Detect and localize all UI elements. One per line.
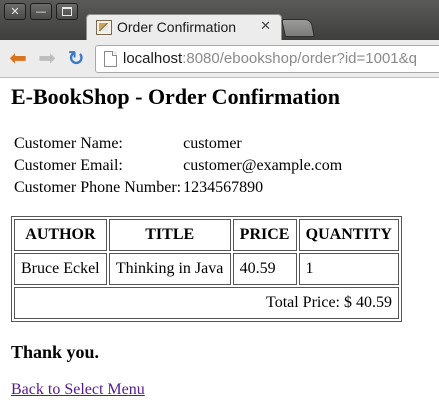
customer-name-label: Customer Name: xyxy=(14,135,123,152)
url-text[interactable]: localhost:8080/ebookshop/order?id=1001&q xyxy=(123,50,417,67)
page-title: E-BookShop - Order Confirmation xyxy=(11,84,341,109)
order-table: AUTHOR TITLE PRICE QUANTITY Bruce Eckel … xyxy=(11,216,402,322)
reload-icon[interactable]: ↻ xyxy=(64,46,88,70)
tab-close-icon[interactable]: ✕ xyxy=(260,19,271,34)
back-arrow-icon[interactable]: ⬅ xyxy=(6,46,30,70)
window-close-icon[interactable]: ✕ xyxy=(4,3,26,20)
cell-author: Bruce Eckel xyxy=(14,253,107,285)
new-tab-button[interactable] xyxy=(281,19,315,37)
total-row: Total Price: $ 40.59 xyxy=(14,287,399,319)
order-header-row: AUTHOR TITLE PRICE QUANTITY xyxy=(14,219,399,251)
window-maximize-icon[interactable] xyxy=(56,3,78,20)
browser-tab[interactable]: Order Confirmation ✕ xyxy=(86,14,282,41)
total-price: Total Price: $ 40.59 xyxy=(14,287,399,319)
col-title-header: TITLE xyxy=(108,219,231,251)
page-icon xyxy=(104,51,117,67)
customer-name-value: customer xyxy=(183,135,242,152)
cell-title: Thinking in Java xyxy=(108,253,231,285)
favicon-icon xyxy=(96,20,112,35)
thank-you-text: Thank you. xyxy=(11,342,100,362)
customer-phone-value: 1234567890 xyxy=(183,179,264,196)
customer-email-label: Customer Email: xyxy=(14,157,123,174)
browser-toolbar: ⬅ ➡ ↻ localhost:8080/ebookshop/order?id=… xyxy=(0,40,439,78)
cell-price: 40.59 xyxy=(232,253,297,285)
table-row: Bruce Eckel Thinking in Java 40.59 1 xyxy=(14,253,399,285)
cell-quantity: 1 xyxy=(298,253,399,285)
customer-phone-label: Customer Phone Number: xyxy=(14,179,182,196)
tab-title: Order Confirmation xyxy=(117,19,237,35)
page-content: E-BookShop - Order Confirmation Customer… xyxy=(0,78,439,402)
window-titlebar: ✕ — Order Confirmation ✕ xyxy=(0,0,439,41)
address-bar[interactable]: localhost:8080/ebookshop/order?id=1001&q xyxy=(95,45,439,73)
customer-name-row: Customer Name: customer xyxy=(14,133,344,155)
col-price-header: PRICE xyxy=(232,219,297,251)
window-minimize-icon[interactable]: — xyxy=(30,3,52,20)
customer-info: Customer Name: customer Customer Email: … xyxy=(14,133,344,199)
url-path: :8080/ebookshop/order?id=1001&q xyxy=(182,50,417,67)
customer-email-value: customer@example.com xyxy=(183,157,343,174)
col-author-header: AUTHOR xyxy=(14,219,107,251)
forward-arrow-icon[interactable]: ➡ xyxy=(35,46,59,70)
col-quantity-header: QUANTITY xyxy=(298,219,399,251)
back-to-select-menu-link[interactable]: Back to Select Menu xyxy=(11,381,145,399)
url-host: localhost xyxy=(123,50,183,67)
customer-email-row: Customer Email: customer@example.com xyxy=(14,155,344,177)
customer-phone-row: Customer Phone Number: 1234567890 xyxy=(14,177,344,199)
